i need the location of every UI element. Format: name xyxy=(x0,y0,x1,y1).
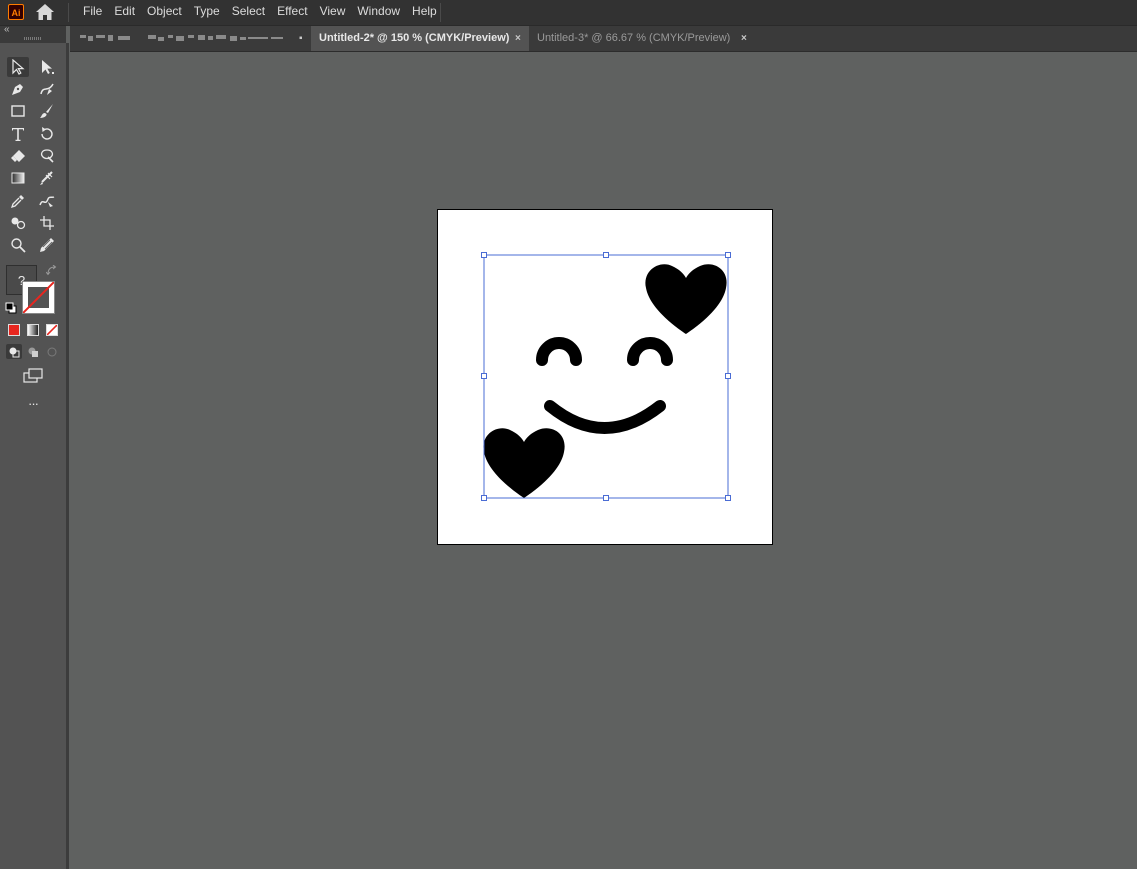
pencil-icon xyxy=(40,238,54,252)
shape-builder-icon xyxy=(11,217,26,230)
heart-icon[interactable] xyxy=(645,264,727,334)
none-mode-button[interactable] xyxy=(46,324,58,336)
collapse-panel-icon[interactable]: « xyxy=(4,24,10,35)
draw-inside-icon xyxy=(47,347,57,356)
artboard-tool[interactable] xyxy=(36,213,58,233)
zoom-icon xyxy=(11,238,26,253)
edit-toolbar-button[interactable]: ··· xyxy=(18,396,48,411)
paintbrush-tool[interactable] xyxy=(36,101,58,121)
type-icon xyxy=(12,128,24,141)
rectangle-icon xyxy=(11,105,25,117)
smile-eye-icon[interactable] xyxy=(627,337,673,366)
home-icon[interactable] xyxy=(35,3,55,21)
selection-handle[interactable] xyxy=(481,373,487,379)
draw-behind-button[interactable] xyxy=(25,344,41,359)
tools-panel: ? ··· xyxy=(0,43,69,869)
rotate-icon xyxy=(41,127,53,140)
warp-tool[interactable] xyxy=(36,146,58,166)
none-slash-icon xyxy=(47,325,57,335)
artwork-canvas xyxy=(481,252,731,501)
tab-close-icon[interactable]: ▪ xyxy=(299,26,303,51)
artboard-icon xyxy=(40,216,54,230)
smile-eye-icon[interactable] xyxy=(536,337,582,366)
eraser-icon xyxy=(11,150,25,162)
tab-blurred-document[interactable]: ▪ xyxy=(70,26,311,51)
selection-handle[interactable] xyxy=(481,252,487,258)
gradient-icon xyxy=(11,172,25,184)
color-mode-button[interactable] xyxy=(8,324,20,336)
tab-label: Untitled-3* @ 66.67 % (CMYK/Preview) xyxy=(537,32,731,44)
puppet-warp-tool[interactable] xyxy=(36,168,58,188)
heart-icon[interactable] xyxy=(483,428,565,498)
puppet-warp-icon xyxy=(40,171,53,185)
selection-handle[interactable] xyxy=(481,495,487,501)
eraser-tool[interactable] xyxy=(7,146,29,166)
tab-untitled-3[interactable]: Untitled-3* @ 66.67 % (CMYK/Preview) × xyxy=(529,26,755,51)
document-tabs: ▪ Untitled-2* @ 150 % (CMYK/Preview) × U… xyxy=(70,26,1137,52)
smile-mouth-icon[interactable] xyxy=(544,400,666,434)
gradient-tool[interactable] xyxy=(7,168,29,188)
menu-file[interactable]: File xyxy=(77,0,108,25)
pen-tool[interactable] xyxy=(7,79,29,99)
menu-separator xyxy=(68,3,69,22)
menu-separator xyxy=(440,3,441,22)
selection-tool[interactable] xyxy=(7,57,29,77)
swap-fill-stroke-icon[interactable] xyxy=(46,265,58,277)
selection-handle[interactable] xyxy=(603,252,609,258)
selection-handle[interactable] xyxy=(725,373,731,379)
tab-label: Untitled-2* @ 150 % (CMYK/Preview) xyxy=(319,32,510,44)
menu-view[interactable]: View xyxy=(314,0,352,25)
paintbrush-icon xyxy=(40,104,53,118)
blurred-tab-label xyxy=(80,35,283,41)
default-fill-stroke-icon[interactable] xyxy=(5,302,17,314)
curvature-pen-icon xyxy=(40,83,54,95)
rectangle-tool[interactable] xyxy=(7,101,29,121)
artboard[interactable] xyxy=(437,209,773,545)
tab-close-icon[interactable]: × xyxy=(515,26,521,51)
gradient-mode-button[interactable] xyxy=(27,324,39,336)
menu-edit[interactable]: Edit xyxy=(108,0,141,25)
blend-tool[interactable] xyxy=(36,191,58,211)
draw-inside-button[interactable] xyxy=(44,344,60,359)
selection-arrow-icon xyxy=(12,59,25,75)
selection-handle[interactable] xyxy=(603,495,609,501)
app-logo: Ai xyxy=(8,4,24,20)
menu-items: File Edit Object Type Select Effect View… xyxy=(77,0,443,25)
shaper-icon xyxy=(39,196,55,207)
shape-builder-tool[interactable] xyxy=(7,213,29,233)
curvature-tool[interactable] xyxy=(36,79,58,99)
selection-handle[interactable] xyxy=(725,495,731,501)
rotate-tool[interactable] xyxy=(36,124,58,144)
eyedropper-tool[interactable] xyxy=(7,191,29,211)
menu-effect[interactable]: Effect xyxy=(271,0,313,25)
none-slash-icon xyxy=(23,282,54,313)
menu-select[interactable]: Select xyxy=(226,0,271,25)
menu-window[interactable]: Window xyxy=(351,0,406,25)
pencil-tool[interactable] xyxy=(36,235,58,255)
menu-help[interactable]: Help xyxy=(406,0,443,25)
draw-behind-icon xyxy=(28,347,38,357)
tab-untitled-2[interactable]: Untitled-2* @ 150 % (CMYK/Preview) × xyxy=(311,26,529,51)
direct-selection-arrow-icon xyxy=(42,60,54,74)
zoom-tool[interactable] xyxy=(7,235,29,255)
menu-type[interactable]: Type xyxy=(188,0,226,25)
warp-icon xyxy=(40,149,54,163)
draw-normal-button[interactable] xyxy=(6,344,22,359)
pen-icon xyxy=(12,84,23,95)
selection-handle[interactable] xyxy=(725,252,731,258)
menu-bar: Ai File Edit Object Type Select Effect V… xyxy=(0,0,1137,26)
type-tool[interactable] xyxy=(7,124,29,144)
screen-mode-icon xyxy=(23,368,43,383)
direct-selection-tool[interactable] xyxy=(36,57,58,77)
draw-normal-icon xyxy=(9,347,20,357)
stroke-swatch[interactable] xyxy=(22,281,55,314)
toolbar-header: « xyxy=(0,24,66,43)
menu-object[interactable]: Object xyxy=(141,0,188,25)
screen-mode-button[interactable] xyxy=(22,366,44,386)
panel-grip[interactable] xyxy=(24,37,42,40)
eyedropper-icon xyxy=(10,195,24,209)
tab-close-icon[interactable]: × xyxy=(741,26,747,51)
